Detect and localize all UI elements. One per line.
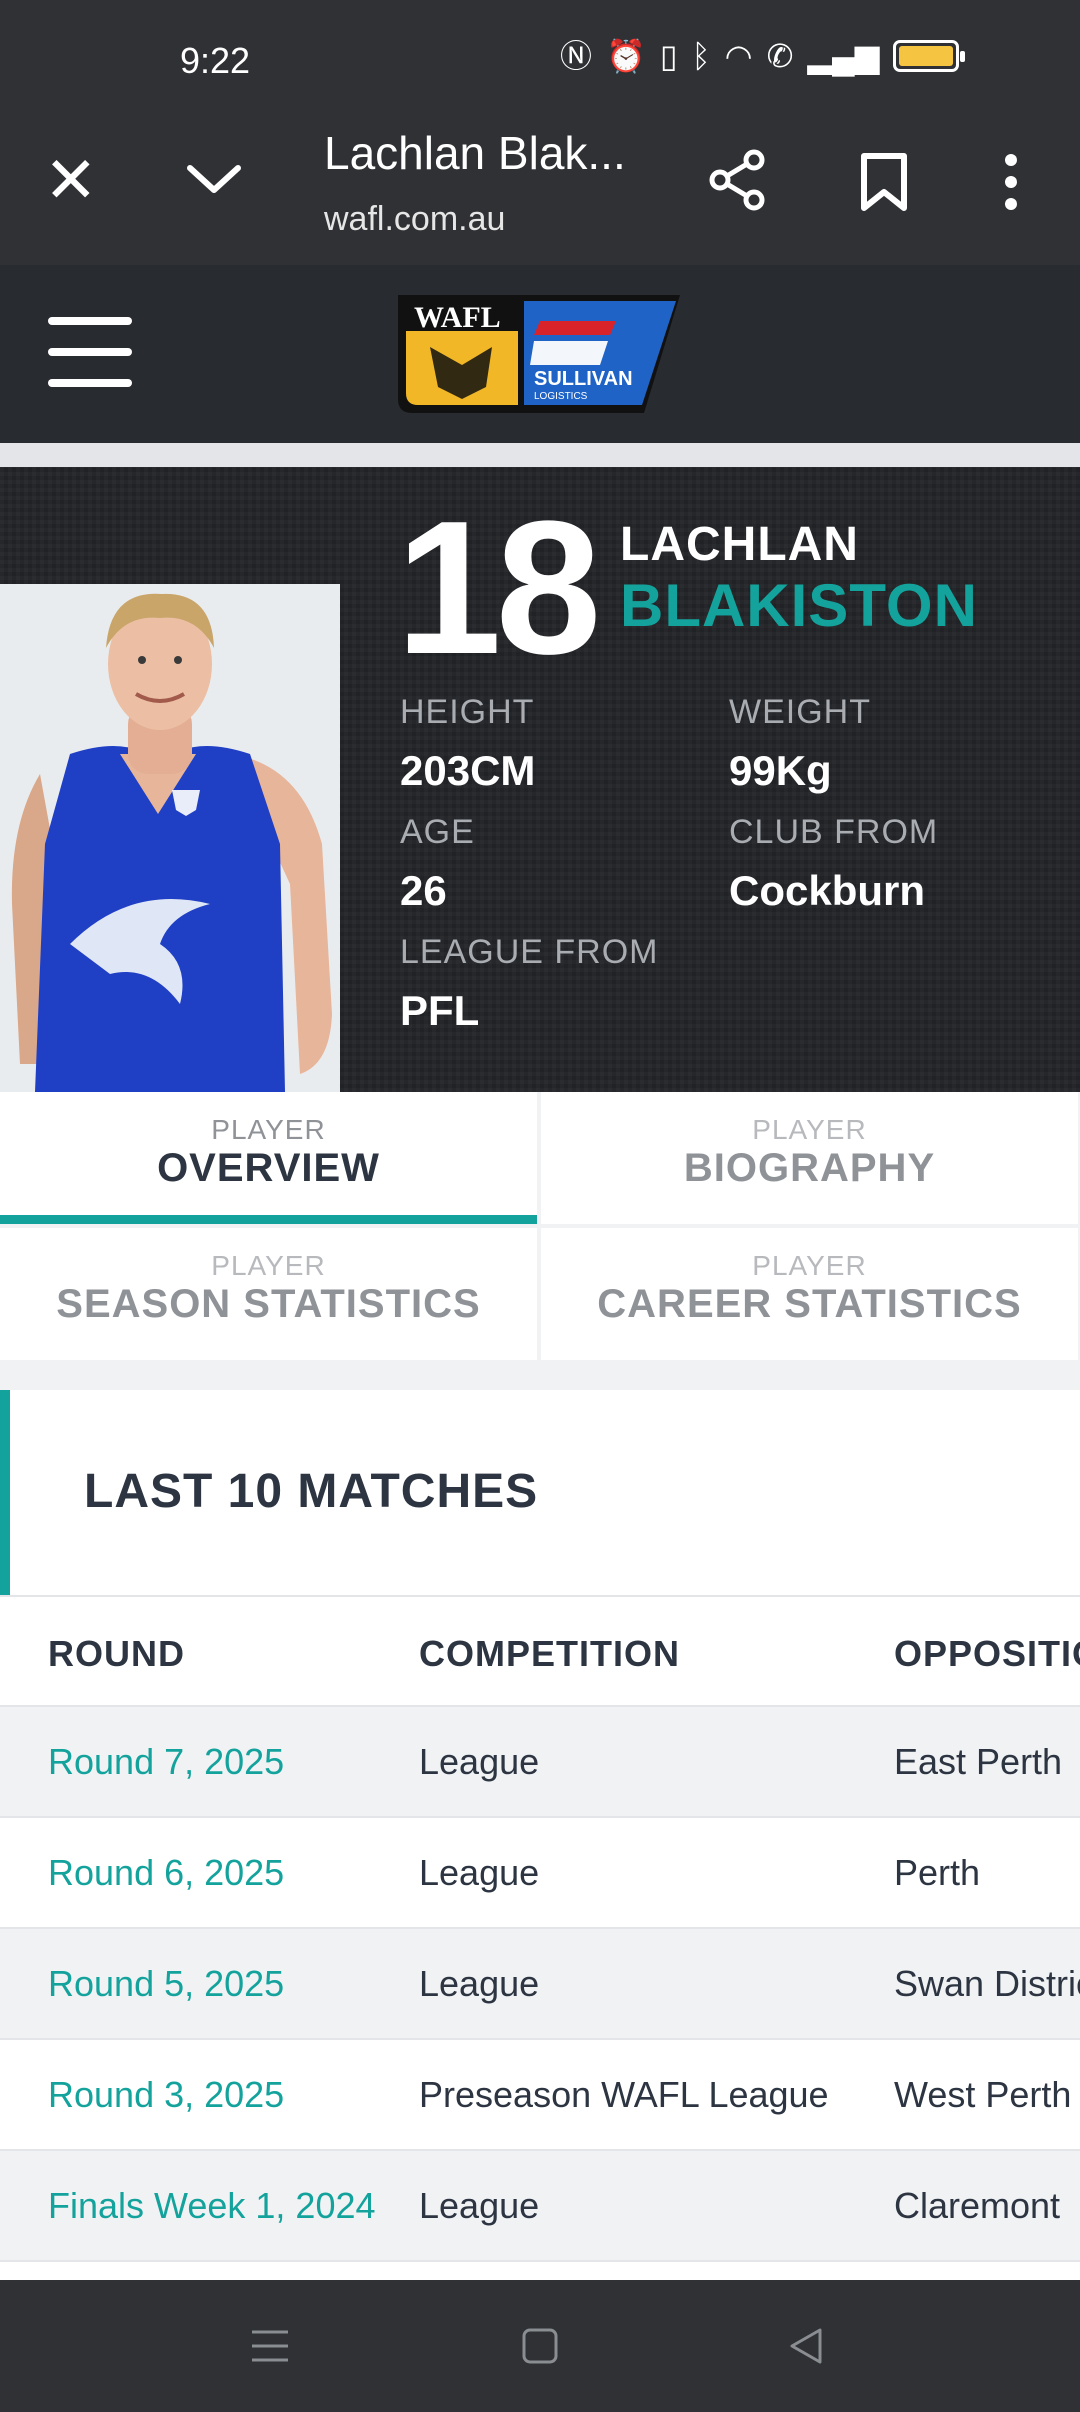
opposition-cell: East Perth (894, 1741, 1063, 1782)
last-matches-heading: LAST 10 MATCHES (84, 1465, 539, 1518)
table-row: Round 7, 2025 League East Perth (0, 1707, 1080, 1818)
site-header: WAFL SULLIVAN LOGISTICS (0, 265, 1080, 443)
tab-overview[interactable]: PLAYER OVERVIEW (0, 1092, 537, 1224)
player-number: 18 (396, 482, 601, 694)
league-from-value: PFL (400, 987, 480, 1034)
tab-label: OVERVIEW (157, 1146, 380, 1190)
round-link[interactable]: Round 5, 2025 (48, 1963, 284, 2005)
table-row: Round 6, 2025 League Perth (0, 1818, 1080, 1929)
player-photo-graphic (0, 584, 340, 1092)
opposition-cell: Swan Districts (894, 1963, 1080, 2004)
tab-career-statistics[interactable]: PLAYER CAREER STATISTICS (541, 1228, 1078, 1360)
tab-sub-label: PLAYER (752, 1250, 867, 1281)
back-icon[interactable] (786, 2326, 826, 2366)
table-row: Finals Week 1, 2024 League Claremont (0, 2151, 1080, 2262)
bookmark-icon[interactable] (858, 152, 910, 212)
round-link[interactable]: Round 3, 2025 (48, 2074, 284, 2116)
tab-sub-label: PLAYER (211, 1250, 326, 1281)
tab-label: SEASON STATISTICS (56, 1282, 481, 1326)
svg-text:WAFL: WAFL (414, 301, 501, 334)
height-value: 203CM (400, 747, 536, 794)
player-first-name: LACHLAN (620, 518, 859, 571)
home-icon[interactable] (520, 2326, 560, 2366)
status-icons: Ⓝ ⏰ ▯ ᛒ ◠ ✆ ▂▄▆ (560, 38, 966, 74)
svg-text:SULLIVAN: SULLIVAN (534, 368, 633, 390)
competition-cell: League (419, 1852, 540, 1893)
wafl-logo[interactable]: WAFL SULLIVAN LOGISTICS (394, 287, 684, 417)
competition-cell: League (419, 2185, 540, 2226)
accent-bar (0, 1390, 10, 1595)
player-last-name: BLAKISTON (620, 572, 978, 639)
chevron-down-icon[interactable] (184, 148, 244, 208)
status-bar: 9:22 Ⓝ ⏰ ▯ ᛒ ◠ ✆ ▂▄▆ (0, 0, 1080, 120)
round-link[interactable]: Round 6, 2025 (48, 1852, 284, 1894)
wifi-icon: ◠ (724, 38, 753, 74)
opposition-cell: West Perth (894, 2074, 1072, 2115)
last-matches-card: LAST 10 MATCHES ROUND COMPETITION OPPOSI… (0, 1390, 1080, 2280)
round-link[interactable]: Round 7, 2025 (48, 1741, 284, 1783)
more-options-icon[interactable] (996, 152, 1026, 212)
age-label: AGE (400, 813, 475, 851)
tab-biography[interactable]: PLAYER BIOGRAPHY (541, 1092, 1078, 1224)
recent-apps-icon[interactable] (250, 2326, 290, 2366)
close-icon[interactable]: ✕ (44, 148, 98, 212)
svg-text:LOGISTICS: LOGISTICS (534, 391, 588, 402)
club-from-value: Cockburn (729, 867, 926, 914)
table-row: Round 5, 2025 League Swan Districts (0, 1929, 1080, 2040)
age-value: 26 (400, 867, 447, 914)
competition-cell: League (419, 1963, 540, 2004)
battery-icon (893, 40, 966, 72)
status-time: 9:22 (180, 40, 251, 81)
player-photo (0, 584, 340, 1092)
tab-sub-label: PLAYER (752, 1114, 867, 1145)
divider (0, 443, 1080, 467)
nfc-icon: Ⓝ (560, 38, 593, 74)
menu-icon[interactable] (48, 317, 132, 389)
column-opposition: OPPOSITION (894, 1633, 1080, 1674)
tab-label: BIOGRAPHY (683, 1146, 936, 1190)
league-from-label: LEAGUE FROM (400, 933, 659, 971)
system-nav-bar (0, 2280, 1080, 2412)
player-tabs: PLAYER OVERVIEW PLAYER BIOGRAPHY PLAYER … (0, 1092, 1080, 1360)
table-header: ROUND COMPETITION OPPOSITION (0, 1595, 1080, 1707)
tab-season-statistics[interactable]: PLAYER SEASON STATISTICS (0, 1228, 537, 1360)
weight-value: 99Kg (729, 747, 832, 794)
share-icon[interactable] (706, 148, 770, 212)
competition-cell: League (419, 1741, 540, 1782)
club-from-label: CLUB FROM (729, 813, 939, 851)
weight-label: WEIGHT (729, 693, 871, 731)
opposition-cell: Claremont (894, 2185, 1061, 2226)
browser-toolbar: ✕ Lachlan Blak... wafl.com.au (0, 120, 1080, 265)
vibrate-icon: ▯ (659, 38, 678, 74)
column-round: ROUND (48, 1633, 185, 1674)
page-title: Lachlan Blak... (324, 127, 626, 179)
tab-label: CAREER STATISTICS (597, 1282, 1022, 1326)
column-competition: COMPETITION (419, 1633, 680, 1674)
round-link[interactable]: Finals Week 1, 2024 (48, 2185, 376, 2227)
page-url: wafl.com.au (324, 200, 506, 238)
wifi-call-icon: ✆ (766, 38, 794, 74)
alarm-icon: ⏰ (606, 38, 646, 74)
tab-sub-label: PLAYER (211, 1114, 326, 1145)
height-label: HEIGHT (400, 693, 535, 731)
opposition-cell: Perth (894, 1852, 981, 1893)
player-hero: 18 LACHLAN BLAKISTON HEIGHT 203CM WEIGHT… (0, 467, 1080, 1092)
signal-icon: ▂▄▆ (807, 38, 880, 74)
table-row: Round 3, 2025 Preseason WAFL League West… (0, 2040, 1080, 2151)
bluetooth-icon: ᛒ (691, 38, 711, 74)
competition-cell: Preseason WAFL League (419, 2074, 829, 2115)
